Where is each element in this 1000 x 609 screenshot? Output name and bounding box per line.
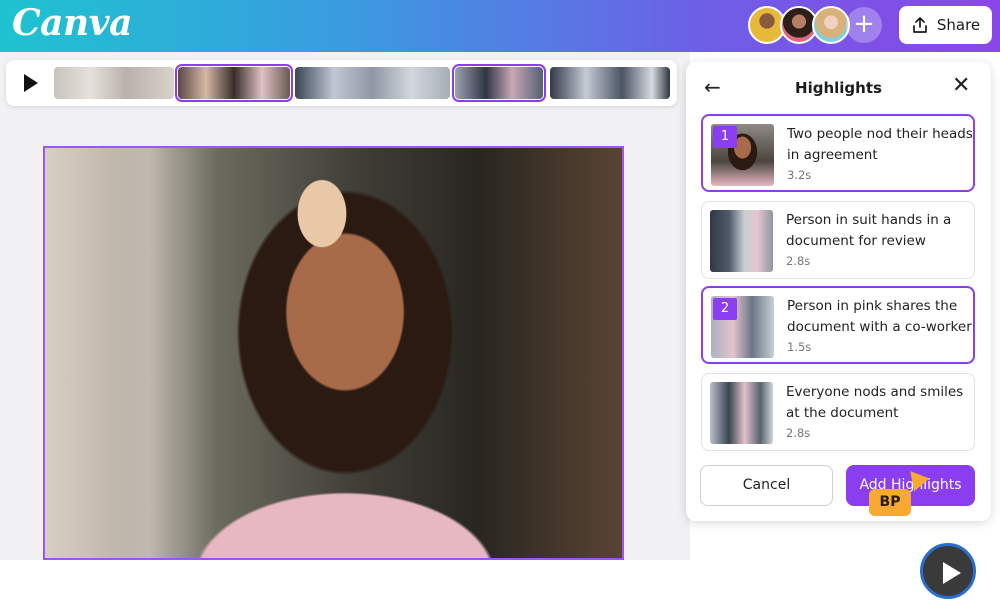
highlight-order-badge: 1 [713, 126, 737, 148]
highlight-card[interactable]: Everyone nods and smiles at the document… [701, 373, 975, 451]
panel-header: ← Highlights ✕ [686, 62, 991, 114]
highlight-thumbnail: 2 [711, 296, 774, 358]
highlight-title: Person in suit hands in a document for r… [786, 212, 952, 249]
timeline-clip-selected[interactable] [452, 64, 546, 102]
highlight-duration: 3.2s [787, 168, 812, 182]
share-button[interactable]: Share [899, 6, 992, 44]
add-collaborator-button[interactable]: + [846, 7, 882, 43]
highlight-title: Two people nod their heads in agreement [787, 126, 973, 163]
highlight-card[interactable]: 2 Person in pink shares the document wit… [701, 286, 975, 364]
highlight-duration: 2.8s [786, 254, 811, 268]
highlight-card[interactable]: Person in suit hands in a document for r… [701, 201, 975, 279]
timeline-clip[interactable] [550, 67, 670, 99]
timeline-clip[interactable] [295, 67, 450, 99]
highlight-duration: 2.8s [786, 426, 811, 440]
collaborator-avatars: + [748, 6, 882, 46]
cancel-button[interactable]: Cancel [700, 465, 833, 506]
play-icon [943, 562, 961, 584]
avatar[interactable] [812, 6, 850, 44]
highlight-title: Person in pink shares the document with … [787, 298, 972, 335]
highlight-thumbnail [710, 382, 773, 444]
top-bar: Canva + Share [0, 0, 1000, 52]
highlight-card[interactable]: 1 Two people nod their heads in agreemen… [701, 114, 975, 192]
highlights-panel: ← Highlights ✕ 1 Two people nod their he… [686, 62, 991, 521]
highlight-order-badge: 2 [713, 298, 737, 320]
video-timeline[interactable] [6, 60, 677, 106]
highlight-title: Everyone nods and smiles at the document [786, 384, 964, 421]
highlight-duration: 1.5s [787, 340, 812, 354]
collaborator-cursor-label: BP [869, 489, 911, 516]
highlight-thumbnail [710, 210, 773, 272]
share-icon [912, 17, 927, 33]
play-icon[interactable] [24, 74, 38, 92]
timeline-clip-selected[interactable] [175, 64, 293, 102]
foreground-blur [45, 148, 165, 558]
timeline-clip[interactable] [54, 67, 174, 99]
video-preview[interactable] [43, 146, 624, 560]
close-icon[interactable]: ✕ [952, 75, 974, 97]
play-button[interactable] [920, 543, 976, 599]
share-label: Share [936, 16, 981, 34]
canva-logo[interactable]: Canva [12, 2, 132, 44]
panel-title: Highlights [795, 79, 882, 97]
highlight-thumbnail: 1 [711, 124, 774, 186]
